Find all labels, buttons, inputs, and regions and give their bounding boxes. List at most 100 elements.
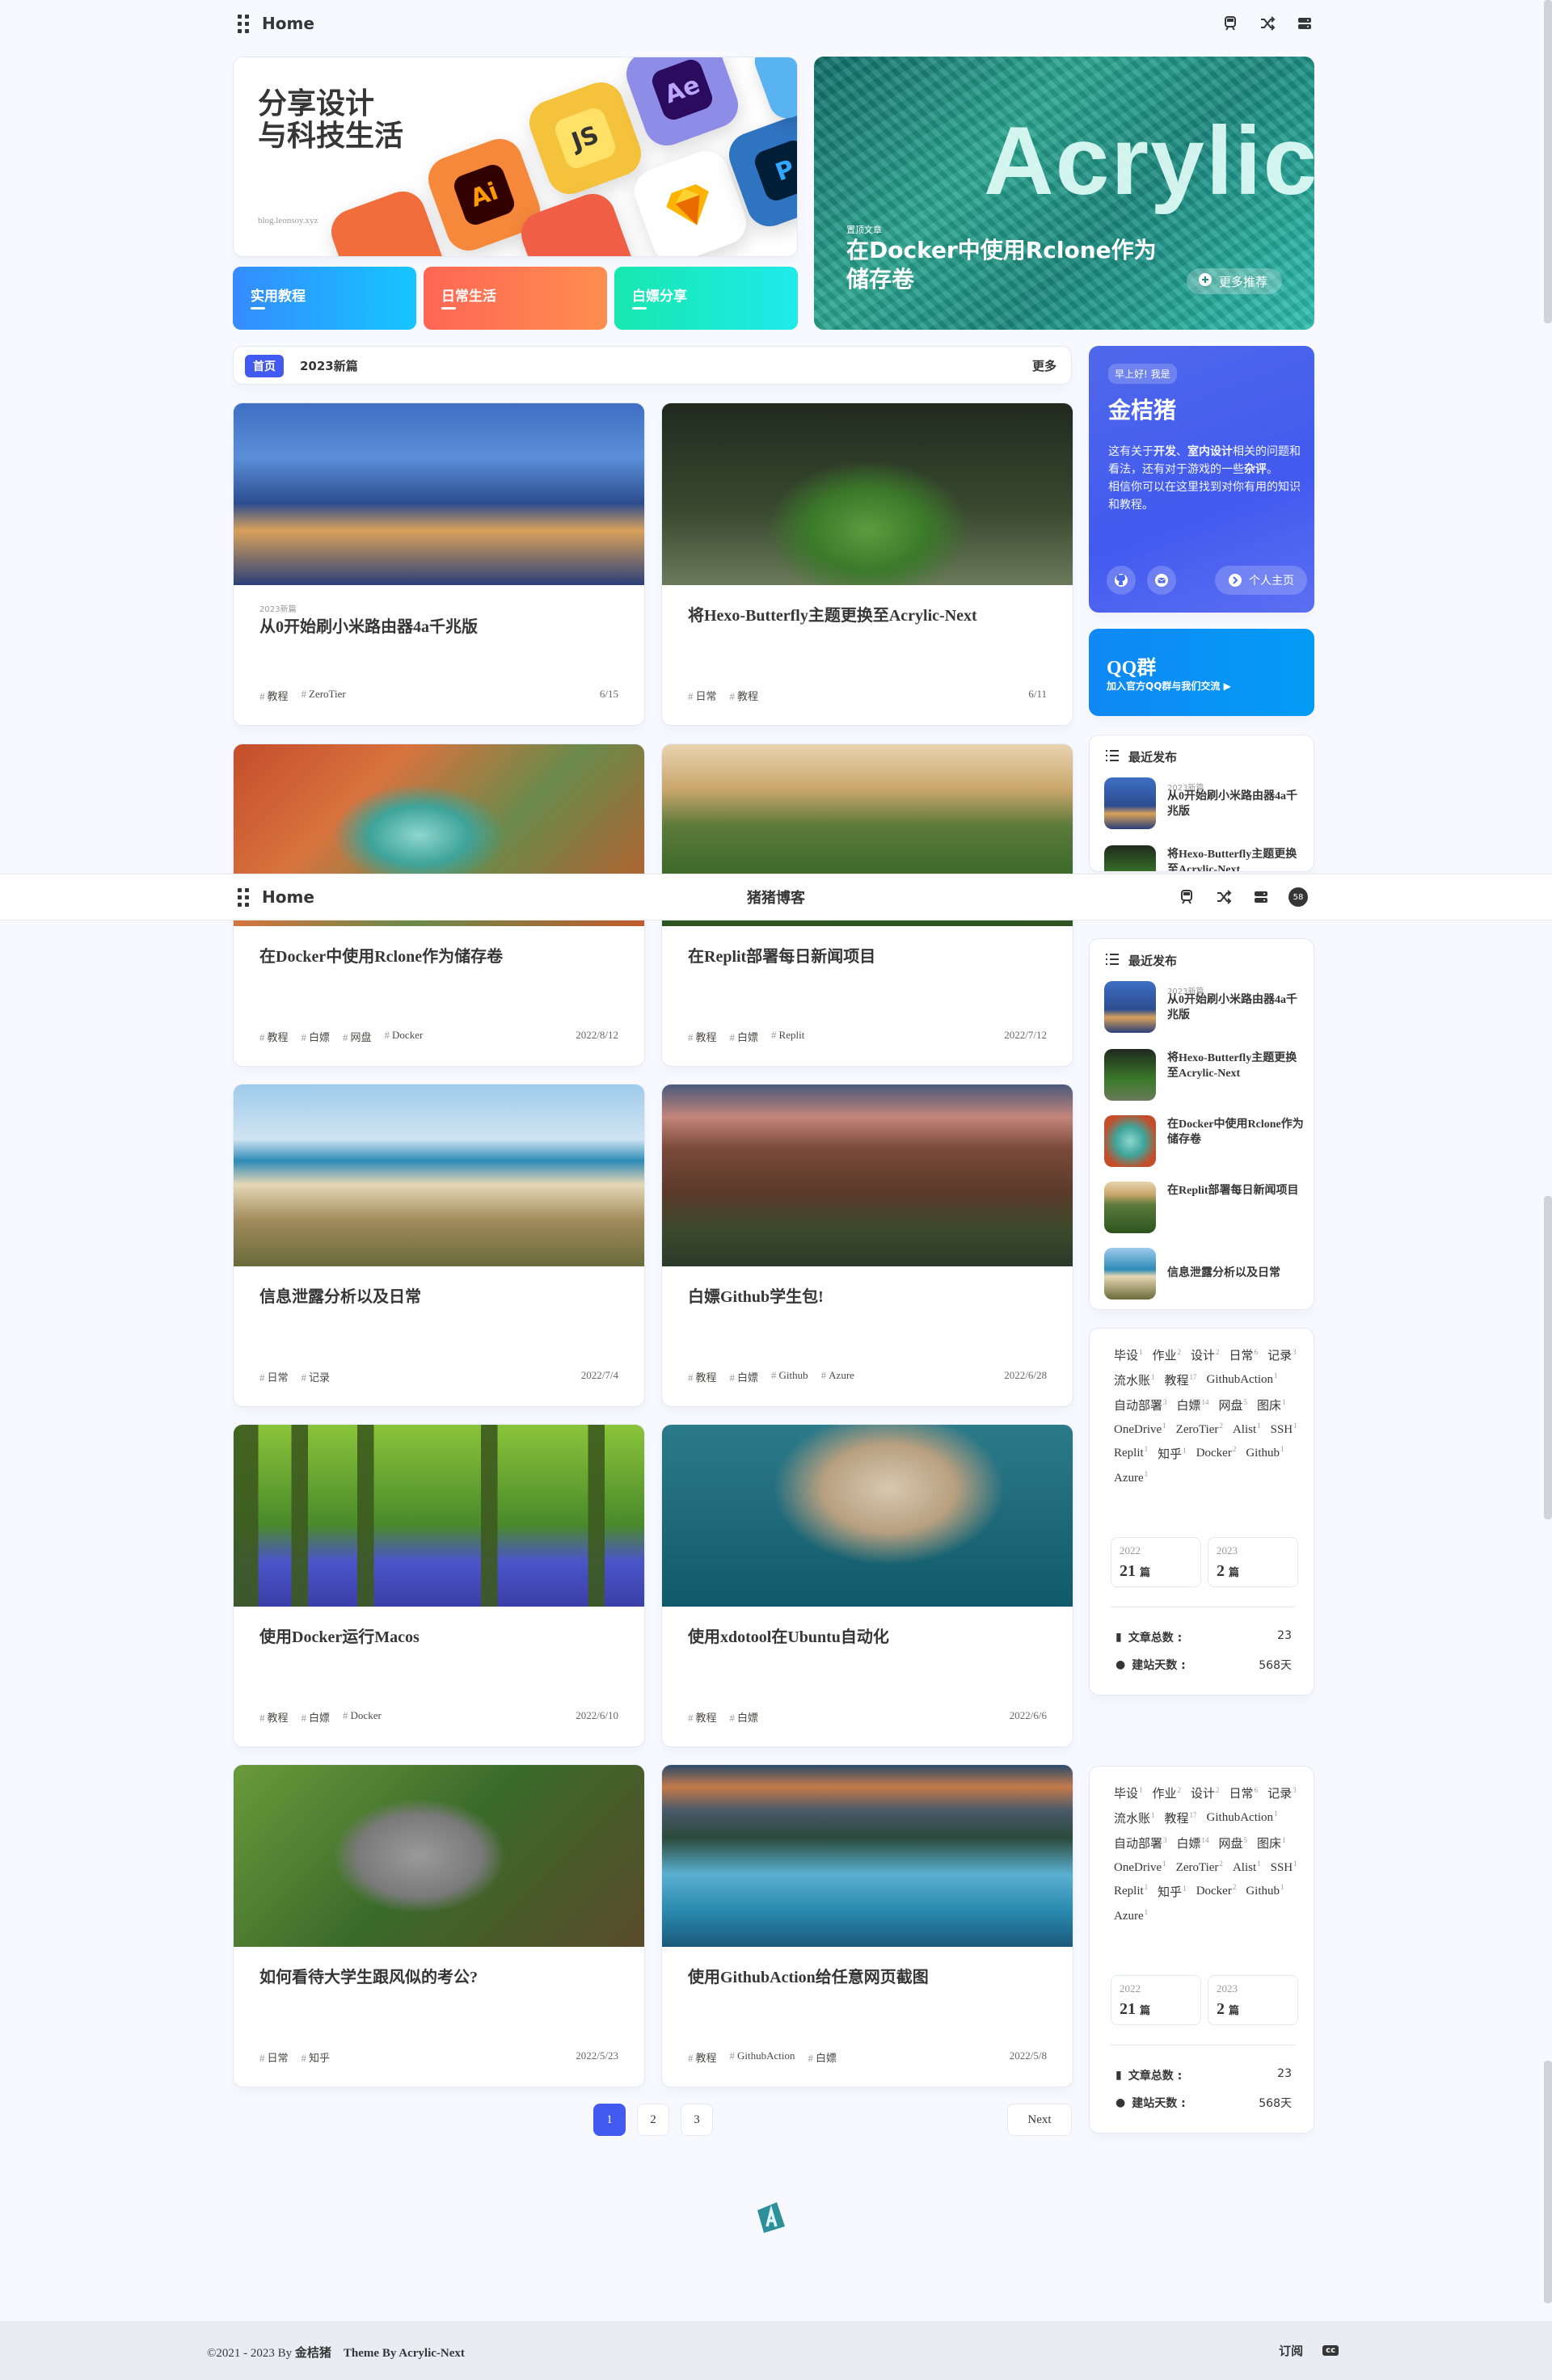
list-icon	[1106, 749, 1119, 765]
post-title[interactable]: 在Docker中使用Rclone作为储存卷	[259, 943, 628, 967]
nav-home[interactable]: Home	[238, 14, 314, 33]
post-tags: # 教程 # 白嫖	[688, 1712, 759, 1724]
subscribe-link[interactable]: 订阅	[1279, 2342, 1303, 2359]
archive-2022[interactable]: 2022 21 篇	[1111, 1975, 1201, 2025]
tag-cloud: 毕设1 作业2 设计2 日常6 记录3 流水账1 教程17 GithubActi…	[1114, 1786, 1297, 1923]
tag-cloud-card: 毕设1 作业2 设计2 日常6 记录3 流水账1 教程17 GithubActi…	[1089, 1766, 1314, 2134]
server-icon[interactable]	[1251, 887, 1271, 907]
tag-cloud-card: 毕设1 作业2 设计2 日常6 记录3 流水账1 教程17 GithubActi…	[1089, 1328, 1314, 1695]
post-date: 2022/5/23	[576, 2049, 618, 2062]
next-page-button[interactable]: Next	[1007, 2104, 1072, 2136]
subway-icon[interactable]	[1221, 14, 1240, 33]
mail-icon[interactable]	[1147, 566, 1176, 595]
archive-2022[interactable]: 2022 21 篇	[1111, 1537, 1201, 1587]
post-card[interactable]: 如何看待大学生跟风似的考公? # 日常 # 知乎 2022/5/23	[233, 1764, 645, 2087]
category-tutorials[interactable]: 实用教程	[233, 267, 416, 330]
post-title[interactable]: 将Hexo-Butterfly主题更换至Acrylic-Next	[688, 602, 1056, 626]
after-effects-icon: Ae	[620, 57, 744, 152]
post-tags: # 教程 # 白嫖 # Replit	[688, 1029, 805, 1043]
subway-icon[interactable]	[1177, 887, 1196, 907]
more-link[interactable]: 更多	[1032, 357, 1056, 374]
site-logo-icon[interactable]	[753, 2199, 790, 2236]
featured-bg-text: Acrylic	[984, 107, 1314, 215]
post-tags: # 日常 # 记录	[259, 1371, 331, 1384]
post-tags: # 日常 # 知乎	[259, 2052, 331, 2064]
nav-home[interactable]: Home	[238, 887, 314, 907]
post-date: 2022/6/28	[1004, 1369, 1047, 1381]
page-3[interactable]: 3	[681, 2104, 713, 2136]
recent-item[interactable]: 信息泄露分析以及日常	[1104, 1248, 1306, 1300]
post-title[interactable]: 在Replit部署每日新闻项目	[688, 943, 1056, 967]
category-name[interactable]: 2023新篇	[300, 357, 358, 374]
scrollbar[interactable]	[1544, 1196, 1552, 1519]
server-icon[interactable]	[1295, 14, 1314, 33]
page-1[interactable]: 1	[593, 2104, 626, 2136]
post-kicker: 2023新篇	[259, 605, 297, 614]
post-cover	[662, 1085, 1073, 1266]
featured-post[interactable]: Acrylic 置顶文章 在Docker中使用Rclone作为储存卷 更多推荐	[814, 57, 1314, 330]
recent-posts-card: 最近发布 2023新篇 从0开始刷小米路由器4a千兆版 将Hexo-Butterf…	[1089, 735, 1314, 872]
post-card[interactable]: 白嫖Github学生包! # 教程 # 白嫖 # Github # Azure 2022/6/…	[661, 1084, 1073, 1407]
recent-item[interactable]: 将Hexo-Butterfly主题更换至Acrylic-Next	[1104, 845, 1306, 871]
post-title[interactable]: 使用GithubAction给任意网页截图	[688, 1964, 1056, 1987]
post-date: 2022/5/8	[1009, 2049, 1047, 2062]
post-date: 6/15	[599, 688, 618, 700]
hero-subtitle: blog.leonsoy.xyz	[258, 216, 318, 225]
post-date: 2022/8/12	[576, 1029, 618, 1041]
archive-2023[interactable]: 2023 2 篇	[1208, 1975, 1298, 2025]
archive-2023[interactable]: 2023 2 篇	[1208, 1537, 1298, 1587]
github-icon[interactable]	[1107, 566, 1136, 595]
home-tag[interactable]: 首页	[245, 355, 284, 377]
recent-item[interactable]: 将Hexo-Butterfly主题更换至Acrylic-Next	[1104, 1049, 1306, 1101]
more-recommend-button[interactable]: 更多推荐	[1186, 268, 1282, 294]
post-date: 2022/7/4	[580, 1369, 618, 1381]
nav-title[interactable]: Home	[262, 887, 314, 907]
category-daily-life[interactable]: 日常生活	[424, 267, 607, 330]
recent-item[interactable]: 在Docker中使用Rclone作为储存卷	[1104, 1115, 1306, 1167]
post-title[interactable]: 信息泄露分析以及日常	[259, 1283, 628, 1307]
shuffle-icon[interactable]	[1214, 887, 1234, 907]
post-card[interactable]: 使用xdotool在Ubuntu自动化 # 教程 # 白嫖 2022/6/6	[661, 1424, 1073, 1747]
scrollbar[interactable]	[1544, 0, 1552, 323]
apps-grid-icon[interactable]	[238, 887, 249, 907]
post-card[interactable]: 使用GithubAction给任意网页截图 # 教程 # GithubAction # 白…	[661, 1764, 1073, 2087]
qq-group-card[interactable]: QQ群 加入官方QQ群与我们交流 ▶	[1089, 629, 1314, 716]
post-cover	[662, 1765, 1073, 1947]
recent-item[interactable]: 2023新篇 从0开始刷小米路由器4a千兆版	[1104, 981, 1306, 1033]
post-title[interactable]: 白嫖Github学生包!	[688, 1283, 1056, 1307]
tag-cloud: 毕设1 作业2 设计2 日常6 记录3 流水账1 教程17 GithubActi…	[1114, 1348, 1297, 1485]
post-title[interactable]: 使用Docker运行Macos	[259, 1624, 628, 1647]
recent-heading: 最近发布	[1106, 748, 1177, 765]
post-card[interactable]: 2023新篇 从0开始刷小米路由器4a千兆版 # 教程 # ZeroTier 6/15	[233, 402, 645, 726]
post-card[interactable]: 信息泄露分析以及日常 # 日常 # 记录 2022/7/4	[233, 1084, 645, 1407]
qq-title: QQ群	[1107, 658, 1157, 679]
post-title[interactable]: 从0开始刷小米路由器4a千兆版	[259, 613, 628, 637]
category-freebies[interactable]: 白嫖分享	[614, 267, 798, 330]
homepage-button[interactable]: 个人主页	[1215, 566, 1307, 595]
shuffle-icon[interactable]	[1258, 14, 1277, 33]
recent-item[interactable]: 在Replit部署每日新闻项目	[1104, 1182, 1306, 1233]
page-2[interactable]: 2	[637, 2104, 669, 2136]
featured-label: 置顶文章	[846, 225, 882, 235]
featured-title[interactable]: 在Docker中使用Rclone作为储存卷	[846, 236, 1170, 294]
avatar[interactable]: 58	[1288, 887, 1308, 907]
author-name: 金桔猪	[1108, 397, 1177, 423]
file-icon: ▮	[1116, 2069, 1122, 2082]
post-title[interactable]: 使用xdotool在Ubuntu自动化	[688, 1624, 1056, 1647]
post-cover	[234, 1765, 644, 1947]
recent-item[interactable]: 2023新篇 从0开始刷小米路由器4a千兆版	[1104, 777, 1306, 829]
post-card[interactable]: 将Hexo-Butterfly主题更换至Acrylic-Next # 日常 # 教程 …	[661, 402, 1073, 726]
post-title[interactable]: 如何看待大学生跟风似的考公?	[259, 1964, 628, 1987]
plus-circle-icon	[1198, 272, 1212, 290]
scrollbar[interactable]	[1544, 2061, 1552, 2303]
cc-license-icon[interactable]: cc	[1322, 2345, 1339, 2356]
copyright: ©2021 - 2023 By 金桔猪 Theme By Acrylic-Nex…	[207, 2347, 465, 2360]
post-card[interactable]: 使用Docker运行Macos # 教程 # 白嫖 # Docker 2022/6/10	[233, 1424, 645, 1747]
file-icon: ▮	[1116, 1631, 1122, 1644]
top-nav: Home	[0, 0, 1552, 47]
post-tags: # 教程 # 白嫖 # Github # Azure	[688, 1369, 854, 1384]
post-cover	[662, 1425, 1073, 1607]
nav-title[interactable]: Home	[262, 14, 314, 33]
hero-banner[interactable]: 分享设计 与科技生活 blog.leonsoy.xyz Ai JS Ae P	[233, 57, 798, 257]
apps-grid-icon[interactable]	[238, 14, 249, 33]
